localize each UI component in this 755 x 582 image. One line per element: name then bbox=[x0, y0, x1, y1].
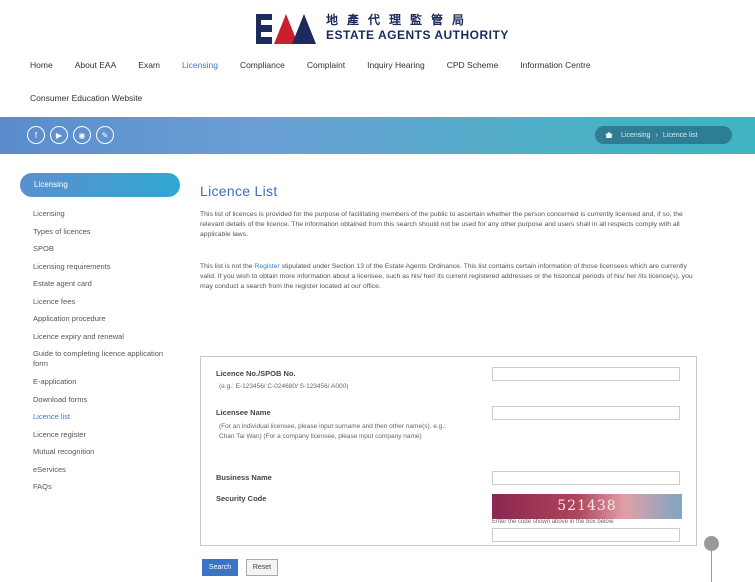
nav-information-centre[interactable]: Information Centre bbox=[520, 60, 590, 70]
sidebar-item-requirements[interactable]: Licensing requirements bbox=[33, 258, 178, 276]
nav-exam[interactable]: Exam bbox=[138, 60, 160, 70]
logo-english: ESTATE AGENTS AUTHORITY bbox=[326, 28, 509, 42]
sidebar-item-licence-list[interactable]: Licence list bbox=[33, 408, 178, 426]
nav-licensing[interactable]: Licensing bbox=[182, 60, 218, 70]
sidebar-item-spob[interactable]: SPOB bbox=[33, 240, 178, 258]
instagram-icon[interactable]: ◉ bbox=[73, 126, 91, 144]
sidebar-menu: Licensing Types of licences SPOB Licensi… bbox=[33, 205, 178, 496]
sidebar-item-expiry[interactable]: Licence expiry and renewal bbox=[33, 328, 178, 346]
social-icons: f ▶ ◉ ✎ bbox=[27, 126, 119, 144]
eaa-logo[interactable]: 地產代理監管局 ESTATE AGENTS AUTHORITY bbox=[256, 10, 509, 46]
register-text-pre: This list is not the bbox=[200, 263, 255, 270]
sidebar-item-fees[interactable]: Licence fees bbox=[33, 293, 178, 311]
sidebar-item-agent-card[interactable]: Estate agent card bbox=[33, 275, 178, 293]
breadcrumb-current: Licence list bbox=[662, 131, 698, 139]
sidebar-item-mutual-recognition[interactable]: Mutual recognition bbox=[33, 443, 178, 461]
facebook-icon[interactable]: f bbox=[27, 126, 45, 144]
search-button[interactable]: Search bbox=[202, 559, 238, 576]
licence-search-form: Licence No./SPOB No. (e.g.: E-123456/ C-… bbox=[200, 356, 697, 546]
licensee-name-input[interactable] bbox=[492, 406, 680, 420]
licence-no-hint: (e.g.: E-123456/ C-024680/ S-123456/ A00… bbox=[219, 383, 349, 390]
main-nav: Home About EAA Exam Licensing Compliance… bbox=[30, 60, 730, 70]
home-icon[interactable] bbox=[605, 132, 613, 138]
register-paragraph: This list is not the Register stipulated… bbox=[200, 262, 700, 292]
security-code-input[interactable] bbox=[492, 528, 680, 542]
sidebar-heading[interactable]: Licensing bbox=[20, 173, 180, 197]
link-icon[interactable]: ✎ bbox=[96, 126, 114, 144]
captcha-image: 521438 bbox=[492, 494, 682, 519]
sidebar-item-faqs[interactable]: FAQs bbox=[33, 478, 178, 496]
scroll-top-handle[interactable] bbox=[704, 536, 719, 551]
intro-paragraph: This list of licences is provided for th… bbox=[200, 211, 683, 238]
breadcrumb-separator: › bbox=[655, 131, 658, 139]
logo-mark bbox=[256, 12, 316, 44]
licensee-name-hint: (For an individual licensee, please inpu… bbox=[219, 423, 446, 440]
reset-button[interactable]: Reset bbox=[246, 559, 278, 576]
sidebar-item-procedure[interactable]: Application procedure bbox=[33, 310, 178, 328]
sidebar-item-eservices[interactable]: eServices bbox=[33, 461, 178, 479]
logo-text: 地產代理監管局 ESTATE AGENTS AUTHORITY bbox=[326, 13, 509, 43]
security-code-label: Security Code bbox=[216, 494, 267, 503]
sidebar-item-types[interactable]: Types of licences bbox=[33, 223, 178, 241]
nav-complaint[interactable]: Complaint bbox=[307, 60, 345, 70]
sidebar-item-e-application[interactable]: E-application bbox=[33, 373, 178, 391]
business-name-input[interactable] bbox=[492, 471, 680, 485]
business-name-label: Business Name bbox=[216, 473, 272, 482]
nav-compliance[interactable]: Compliance bbox=[240, 60, 285, 70]
licensee-name-label: Licensee Name bbox=[216, 408, 271, 417]
sidebar-item-licence-register[interactable]: Licence register bbox=[33, 426, 178, 444]
nav-consumer-education[interactable]: Consumer Education Website bbox=[30, 93, 142, 103]
licence-no-label: Licence No./SPOB No. bbox=[216, 369, 296, 378]
logo-chinese: 地產代理監管局 bbox=[326, 13, 474, 27]
page-title: Licence List bbox=[200, 183, 278, 199]
breadcrumb: Licensing › Licence list bbox=[595, 126, 732, 144]
nav-home[interactable]: Home bbox=[30, 60, 53, 70]
sidebar-item-licensing[interactable]: Licensing bbox=[33, 205, 178, 223]
licence-no-input[interactable] bbox=[492, 367, 680, 381]
nav-cpd-scheme[interactable]: CPD Scheme bbox=[447, 60, 499, 70]
nav-about[interactable]: About EAA bbox=[75, 60, 117, 70]
register-link[interactable]: Register bbox=[254, 263, 279, 270]
breadcrumb-licensing[interactable]: Licensing bbox=[621, 132, 651, 139]
youtube-icon[interactable]: ▶ bbox=[50, 126, 68, 144]
banner-strip: f ▶ ◉ ✎ Licensing › Licence list bbox=[0, 117, 755, 154]
captcha-note: Enter the code shown above in the box be… bbox=[492, 519, 615, 525]
nav-inquiry-hearing[interactable]: Inquiry Hearing bbox=[367, 60, 425, 70]
sidebar-item-guide[interactable]: Guide to completing licence application … bbox=[33, 345, 178, 373]
sidebar-item-download-forms[interactable]: Download forms bbox=[33, 391, 178, 409]
